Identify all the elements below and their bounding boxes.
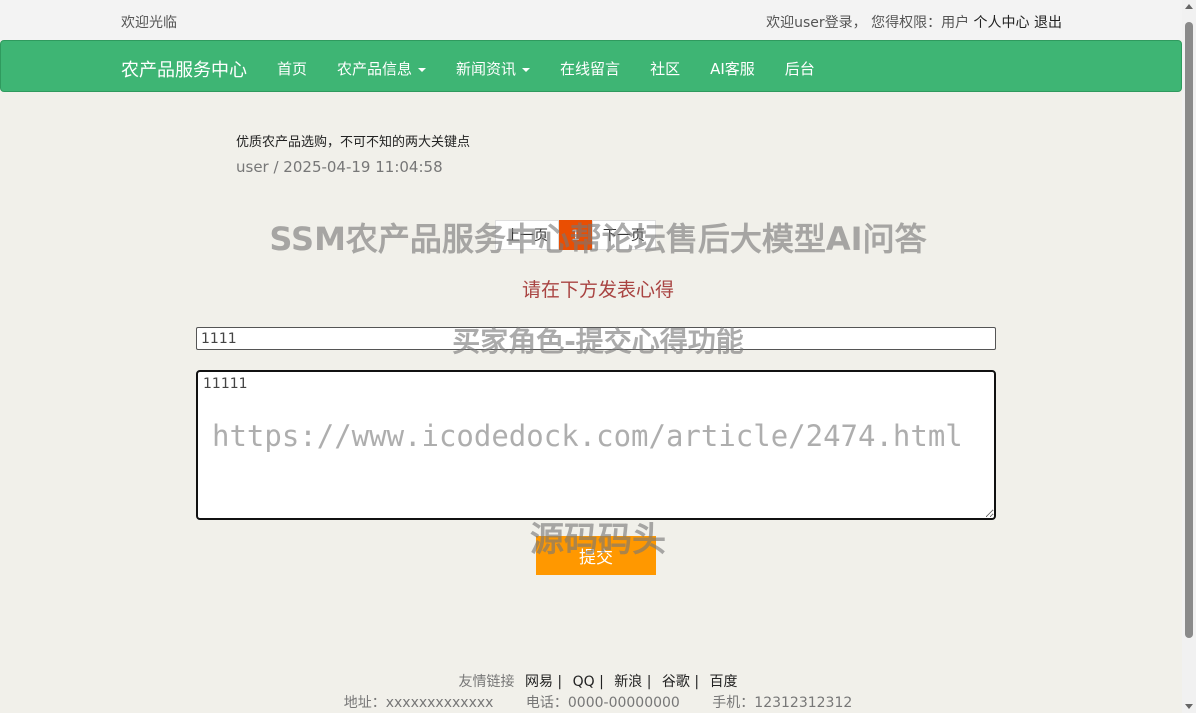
footer-mobile: 手机：12312312312 bbox=[712, 695, 853, 711]
nav-item-messages[interactable]: 在线留言 bbox=[560, 58, 620, 79]
article-meta: user / 2025-04-19 11:04:58 bbox=[236, 158, 443, 176]
main-navbar: 农产品服务中心 首页 农产品信息 新闻资讯 在线留言 社区 AI客服 后台 bbox=[0, 40, 1182, 92]
footer-phone: 电话：0000-00000000 bbox=[525, 695, 680, 711]
top-bar: 欢迎光临 欢迎user登录， 您得权限：用户 个人中心 退出 bbox=[0, 0, 1182, 40]
prev-page-button[interactable]: 上一页 bbox=[495, 220, 559, 250]
nav-item-label: 农产品信息 bbox=[337, 60, 413, 78]
nav-item-label: 首页 bbox=[277, 60, 308, 78]
welcome-text: 欢迎光临 bbox=[121, 15, 177, 31]
pagination: 上一页 1 下一页 bbox=[495, 220, 656, 250]
footer-link-google[interactable]: 谷歌 | bbox=[662, 674, 699, 690]
logout-link[interactable]: 退出 bbox=[1034, 15, 1062, 31]
scroll-down-icon[interactable] bbox=[1185, 704, 1193, 709]
nav-menu: 首页 农产品信息 新闻资讯 在线留言 社区 AI客服 后台 bbox=[277, 58, 845, 79]
comment-prompt: 请在下方发表心得 bbox=[521, 279, 674, 301]
next-page-button[interactable]: 下一页 bbox=[591, 220, 656, 250]
content-textarea[interactable]: 11111 bbox=[196, 370, 996, 520]
brand-logo-text[interactable]: 农产品服务中心 bbox=[121, 56, 247, 82]
nav-item-news[interactable]: 新闻资讯 bbox=[456, 58, 531, 79]
footer-links: 友情链接 网易 | QQ | 新浪 | 谷歌 | 百度 bbox=[0, 671, 1196, 691]
footer-info: 地址：xxxxxxxxxxxxx 电话：0000-00000000 手机：123… bbox=[0, 692, 1196, 712]
profile-link[interactable]: 个人中心 bbox=[974, 15, 1030, 31]
nav-item-ai-service[interactable]: AI客服 bbox=[710, 58, 755, 79]
article-title: 优质农产品选购，不可不知的两大关键点 bbox=[236, 135, 471, 150]
user-permission-text: 欢迎user登录， 您得权限：用户 bbox=[766, 15, 970, 31]
nav-item-admin[interactable]: 后台 bbox=[785, 58, 815, 79]
footer-links-label: 友情链接 bbox=[458, 674, 515, 690]
nav-item-label: 后台 bbox=[784, 60, 815, 78]
nav-item-label: 社区 bbox=[650, 60, 681, 78]
current-page-button[interactable]: 1 bbox=[559, 220, 592, 250]
nav-item-products[interactable]: 农产品信息 bbox=[337, 58, 427, 79]
title-input[interactable] bbox=[196, 327, 996, 350]
caret-down-icon bbox=[418, 67, 427, 72]
nav-item-label: 在线留言 bbox=[560, 60, 621, 78]
vertical-scrollbar[interactable] bbox=[1182, 0, 1196, 713]
scroll-up-icon[interactable] bbox=[1185, 4, 1193, 9]
footer-link-qq[interactable]: QQ | bbox=[573, 674, 604, 690]
footer-address: 地址：xxxxxxxxxxxxx bbox=[343, 695, 494, 711]
caret-down-icon bbox=[522, 67, 531, 72]
submit-button[interactable]: 提交 bbox=[536, 536, 656, 575]
nav-item-label: AI客服 bbox=[710, 60, 755, 78]
nav-item-label: 新闻资讯 bbox=[456, 60, 517, 78]
scrollbar-thumb[interactable] bbox=[1185, 22, 1193, 638]
nav-item-community[interactable]: 社区 bbox=[650, 58, 680, 79]
footer-link-netease[interactable]: 网易 | bbox=[525, 674, 562, 690]
footer-link-baidu[interactable]: 百度 bbox=[710, 674, 738, 690]
footer-link-sina[interactable]: 新浪 | bbox=[614, 674, 651, 690]
nav-item-home[interactable]: 首页 bbox=[277, 58, 307, 79]
user-status: 欢迎user登录， 您得权限：用户 个人中心 退出 bbox=[766, 12, 1062, 32]
